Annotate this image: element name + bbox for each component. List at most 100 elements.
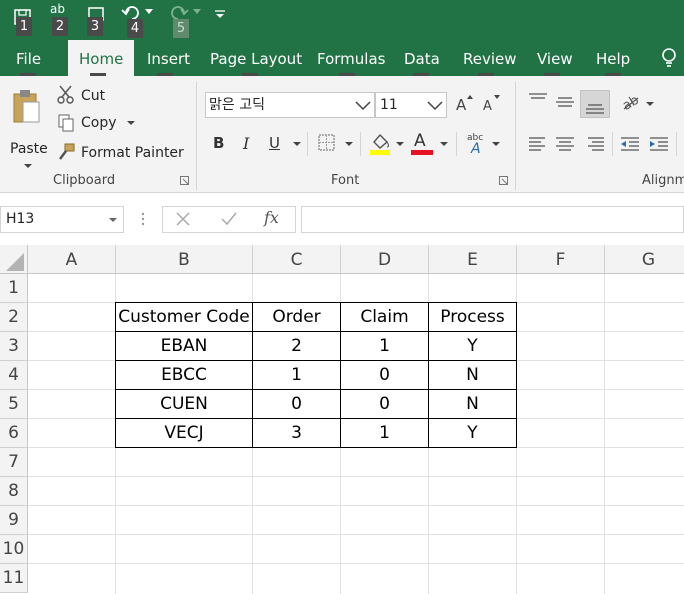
font-color-dropdown-icon[interactable] (440, 142, 448, 147)
table-cell[interactable]: Y (429, 332, 517, 361)
tab-page-layout[interactable]: Page Layout (210, 48, 302, 70)
font-color-swatch (411, 150, 433, 155)
table-header-cell[interactable]: Process (429, 303, 517, 332)
clipboard-dialog-launcher-icon[interactable] (180, 176, 190, 186)
row-header-4[interactable]: 4 (0, 361, 28, 390)
table-header-cell[interactable]: Customer Code (116, 303, 253, 332)
insert-function-button[interactable]: fx (264, 208, 279, 227)
row-header-8[interactable]: 8 (0, 477, 28, 506)
borders-dropdown-icon[interactable] (345, 142, 353, 147)
row-header-6[interactable]: 6 (0, 419, 28, 448)
fill-color-dropdown-icon[interactable] (396, 142, 404, 147)
font-size-select[interactable]: 11 (375, 92, 447, 118)
table-cell[interactable]: EBCC (116, 361, 253, 390)
font-color-icon[interactable]: A (414, 131, 430, 151)
lightbulb-icon[interactable] (660, 47, 678, 69)
copy-dropdown-icon[interactable] (127, 121, 135, 126)
table-cell[interactable]: 0 (253, 390, 341, 419)
column-header-f[interactable]: F (517, 245, 605, 274)
table-cell[interactable]: 0 (341, 390, 429, 419)
table-cell[interactable]: 1 (341, 419, 429, 448)
paste-dropdown-icon[interactable] (24, 164, 32, 169)
formula-bar-grip-icon[interactable] (141, 211, 145, 227)
clipboard-icon (11, 88, 41, 124)
chevron-down-icon[interactable] (355, 101, 371, 111)
table-cell[interactable]: 2 (253, 332, 341, 361)
increase-font-size-icon[interactable]: A (455, 94, 473, 114)
borders-icon[interactable] (318, 134, 336, 152)
phonetic-guide-icon[interactable]: abc A (466, 131, 488, 155)
bottom-align-button[interactable] (580, 90, 610, 118)
table-header-cell[interactable]: Claim (341, 303, 429, 332)
copy-button[interactable]: Copy (57, 114, 137, 134)
table-cell[interactable]: 1 (341, 332, 429, 361)
align-left-icon[interactable] (528, 136, 548, 152)
tab-home[interactable]: Home (68, 40, 134, 76)
table-cell[interactable]: CUEN (116, 390, 253, 419)
tab-review[interactable]: Review (463, 48, 517, 70)
undo-dropdown-icon[interactable] (145, 9, 153, 15)
formula-input[interactable] (301, 206, 684, 233)
tab-view[interactable]: View (537, 48, 573, 70)
select-all-button[interactable] (0, 245, 28, 274)
increase-indent-icon[interactable] (649, 136, 669, 152)
bold-button[interactable]: B (213, 134, 229, 154)
column-header-c[interactable]: C (253, 245, 341, 274)
column-header-g[interactable]: G (605, 245, 684, 274)
row-header-10[interactable]: 10 (0, 535, 28, 564)
table-cell-text: 1 (379, 423, 390, 443)
customize-qat-icon[interactable] (214, 10, 226, 20)
column-header-a[interactable]: A (28, 245, 116, 274)
tab-formulas[interactable]: Formulas (317, 48, 385, 70)
cut-button[interactable]: Cut (57, 85, 127, 105)
underline-button[interactable]: U (269, 134, 285, 154)
align-center-icon[interactable] (555, 136, 575, 152)
font-name-select[interactable]: 맑은 고딕 (205, 92, 375, 118)
row-header-2[interactable]: 2 (0, 303, 28, 332)
phonetic-dropdown-icon[interactable] (492, 142, 500, 147)
enter-icon[interactable] (220, 211, 238, 227)
worksheet-grid[interactable]: A B C D E F G 1 2 3 4 5 6 7 8 9 10 11 Cu… (0, 245, 684, 594)
row-header-11[interactable]: 11 (0, 564, 28, 593)
row-header-1[interactable]: 1 (0, 274, 28, 303)
tab-data[interactable]: Data (404, 48, 440, 70)
orientation-icon[interactable]: ab (620, 92, 642, 112)
table-cell[interactable]: N (429, 361, 517, 390)
name-box[interactable]: H13 (0, 206, 124, 233)
table-cell[interactable]: 0 (341, 361, 429, 390)
table-cell[interactable]: Y (429, 419, 517, 448)
row-header-9[interactable]: 9 (0, 506, 28, 535)
table-cell[interactable]: EBAN (116, 332, 253, 361)
align-right-icon[interactable] (585, 136, 605, 152)
tab-insert[interactable]: Insert (147, 48, 190, 70)
table-cell[interactable]: N (429, 390, 517, 419)
column-header-b[interactable]: B (116, 245, 253, 274)
cancel-icon[interactable] (175, 211, 191, 227)
tab-help[interactable]: Help (596, 48, 630, 70)
table-header-cell[interactable]: Order (253, 303, 341, 332)
paste-button[interactable]: Paste (4, 88, 48, 168)
top-align-icon[interactable] (528, 92, 548, 108)
table-header-customer-code: Customer Code (118, 307, 250, 327)
row-header-5[interactable]: 5 (0, 390, 28, 419)
table-cell-text: Y (467, 336, 478, 356)
italic-button[interactable]: I (243, 134, 259, 154)
underline-dropdown-icon[interactable] (293, 142, 301, 147)
middle-align-icon[interactable] (555, 94, 575, 110)
row-header-7[interactable]: 7 (0, 448, 28, 477)
format-painter-button[interactable]: Format Painter (57, 143, 184, 163)
orientation-dropdown-icon[interactable] (646, 102, 654, 107)
column-header-d[interactable]: D (341, 245, 429, 274)
chevron-down-icon[interactable] (427, 101, 443, 111)
font-dialog-launcher-icon[interactable] (499, 176, 509, 186)
column-header-e[interactable]: E (429, 245, 517, 274)
name-box-dropdown-icon[interactable] (109, 218, 117, 223)
table-cell[interactable]: 3 (253, 419, 341, 448)
svg-text:A: A (483, 99, 492, 114)
decrease-font-size-icon[interactable]: A (482, 94, 500, 114)
table-cell[interactable]: VECJ (116, 419, 253, 448)
table-cell[interactable]: 1 (253, 361, 341, 390)
row-header-3[interactable]: 3 (0, 332, 28, 361)
decrease-indent-icon[interactable] (620, 136, 640, 152)
tab-file[interactable]: File (16, 48, 41, 70)
